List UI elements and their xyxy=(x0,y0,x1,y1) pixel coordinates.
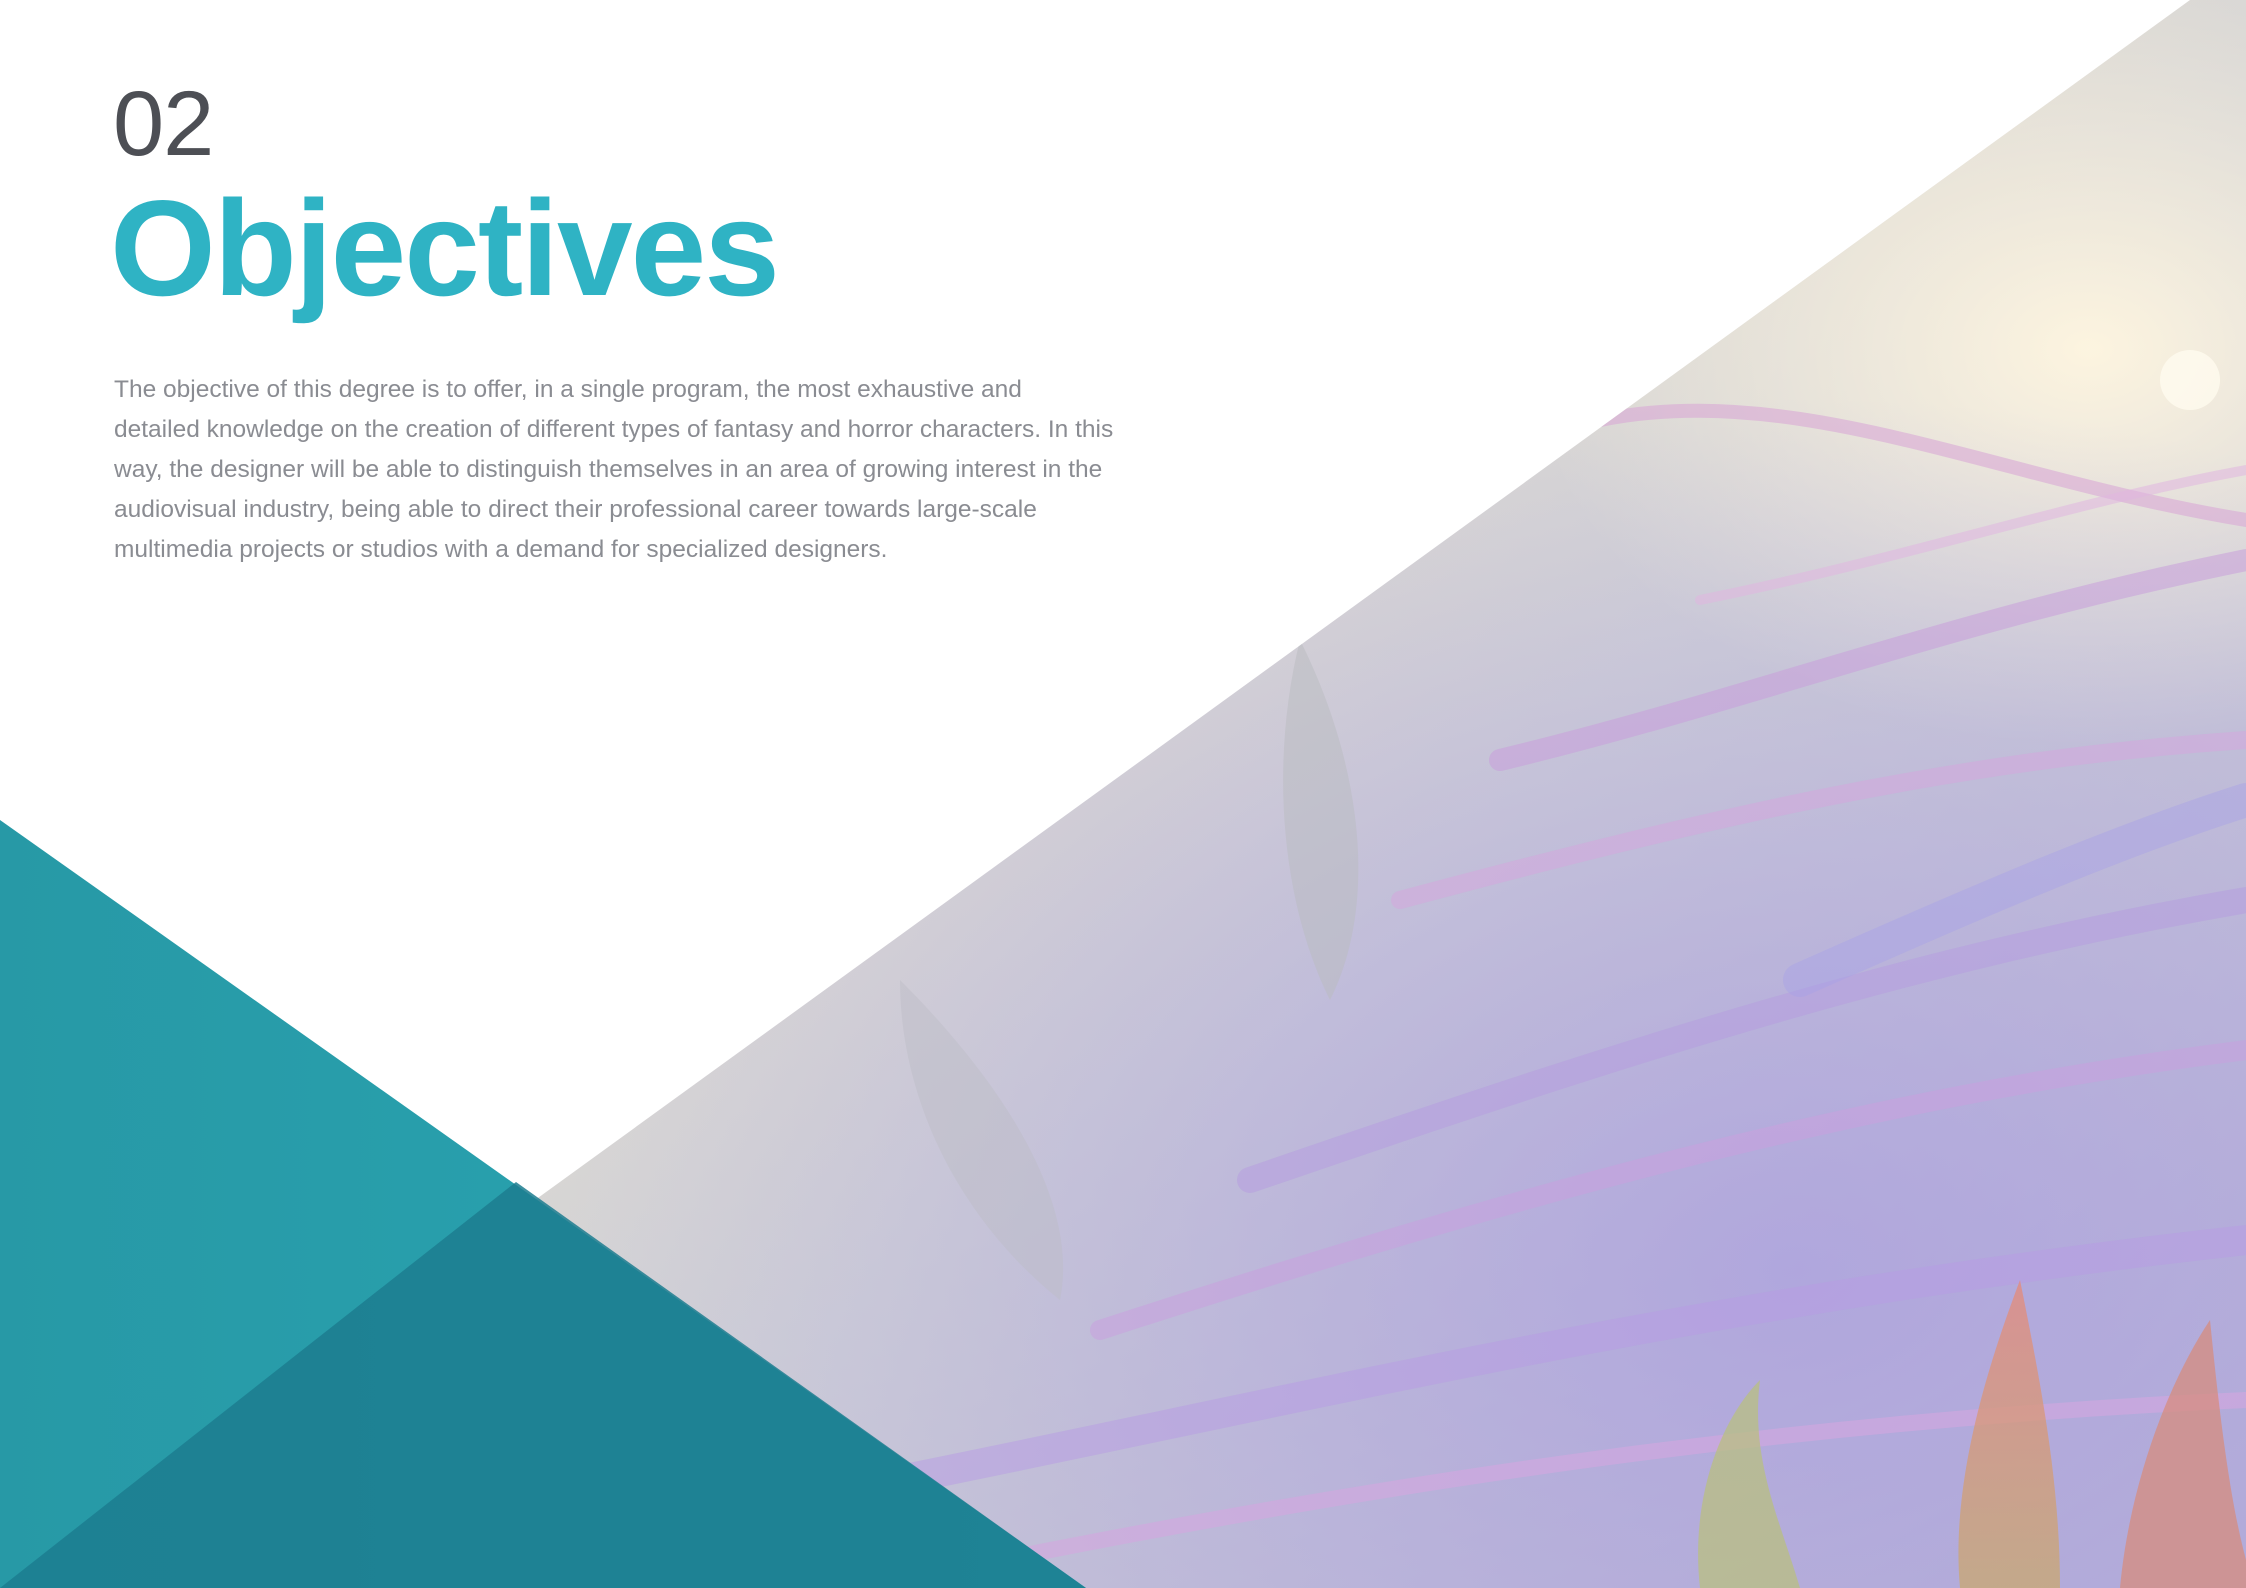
objective-paragraph: The objective of this degree is to offer… xyxy=(114,376,1114,563)
section-number: 02 xyxy=(113,73,214,175)
brochure-page: 02 Objectives The objective of this degr… xyxy=(0,0,2246,1588)
page-title: Objectives xyxy=(110,172,780,324)
